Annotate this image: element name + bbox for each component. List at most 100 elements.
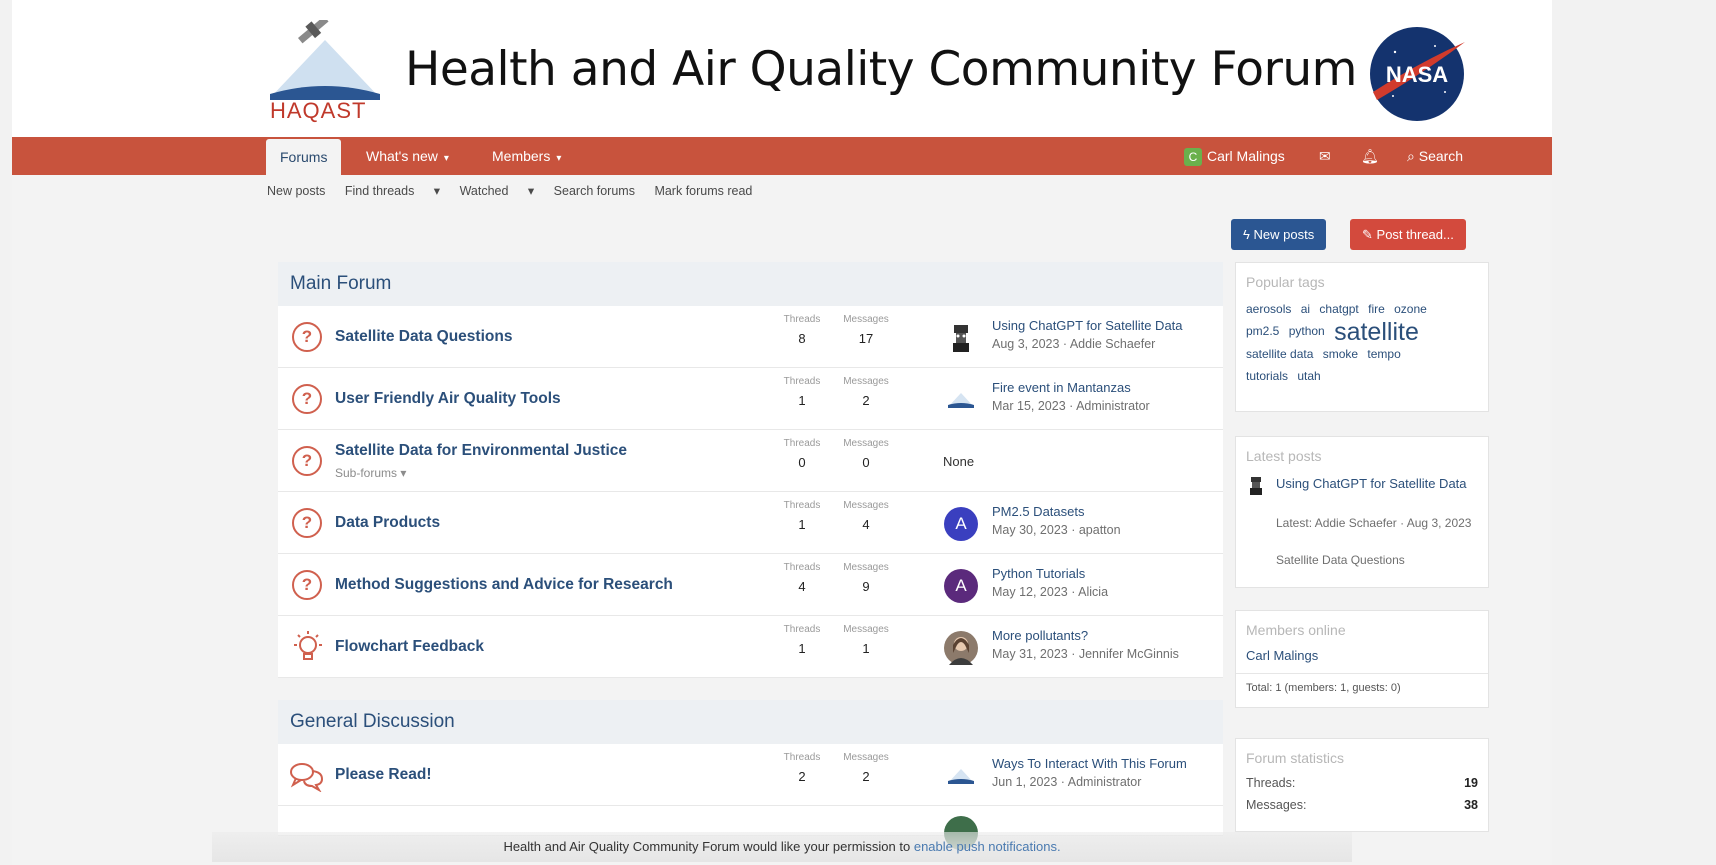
avatar[interactable]: A — [944, 507, 978, 541]
messages-count: Messages 2 — [843, 376, 889, 408]
subnav-search-forums[interactable]: Search forums — [554, 184, 635, 198]
search-icon: ⌕ — [1407, 148, 1415, 164]
avatar — [1248, 476, 1264, 496]
forum-title[interactable]: Flowchart Feedback — [335, 638, 484, 656]
tag-link[interactable]: smoke — [1323, 347, 1358, 361]
site-title[interactable]: Health and Air Quality Community Forum — [405, 42, 1357, 97]
subnav-find-threads[interactable]: Find threads ▾ — [345, 184, 440, 198]
enable-push-link[interactable]: enable push notifications. — [914, 839, 1061, 854]
tag-link[interactable]: chatgpt — [1319, 302, 1358, 316]
last-post-meta[interactable]: May 12, 2023 · Alicia — [992, 585, 1108, 599]
latest-post-item[interactable]: Using ChatGPT for Satellite Data Latest:… — [1236, 470, 1488, 574]
latest-post-title[interactable]: Using ChatGPT for Satellite Data — [1276, 474, 1476, 493]
haqast-wordmark: HAQAST — [270, 98, 367, 123]
push-notification-notice: Health and Air Quality Community Forum w… — [212, 832, 1352, 862]
forum-row[interactable]: ? Data Products Threads 1 Messages 4 A PM2… — [278, 492, 1223, 554]
section-main-forum[interactable]: Main Forum — [278, 262, 1223, 306]
bell-icon[interactable]: 🔔︎ — [1361, 137, 1379, 175]
question-icon: ? — [292, 570, 322, 600]
forum-row[interactable]: Please Read! Threads 2 Messages 2 Ways To … — [278, 744, 1223, 806]
tag-link[interactable]: tutorials — [1246, 369, 1288, 383]
user-account-link[interactable]: C Carl Malings — [1184, 137, 1285, 175]
threads-count: Threads 8 — [783, 314, 821, 346]
section-general-discussion[interactable]: General Discussion — [278, 700, 1223, 744]
avatar[interactable] — [944, 631, 978, 665]
forum-title[interactable]: Satellite Data for Environmental Justice — [335, 442, 627, 460]
forum-row[interactable]: ? Satellite Data for Environmental Justi… — [278, 430, 1223, 492]
stat-threads: Threads: 19 — [1246, 776, 1478, 790]
lightning-icon: ϟ — [1243, 227, 1250, 242]
nasa-logo: NASA — [1365, 22, 1469, 126]
tab-forums[interactable]: Forums — [266, 139, 342, 175]
forum-statistics-block: Forum statistics Threads: 19 Messages: 38 — [1235, 738, 1489, 832]
forum-title[interactable]: Method Suggestions and Advice for Resear… — [335, 576, 673, 594]
last-post-meta[interactable]: Mar 15, 2023 · Administrator — [992, 399, 1150, 413]
latest-post-meta[interactable]: Latest: Addie Schaefer · Aug 3, 2023 — [1276, 514, 1476, 533]
chevron-down-icon: ▾ — [556, 153, 562, 164]
last-post-title[interactable]: Using ChatGPT for Satellite Data — [992, 318, 1183, 333]
tag-link[interactable]: aerosols — [1246, 302, 1291, 316]
search-button[interactable]: ⌕ Search — [1407, 137, 1463, 175]
tag-link[interactable]: satellite data — [1246, 347, 1313, 361]
tab-whats-new[interactable]: What's new ▾ — [352, 137, 463, 175]
avatar[interactable] — [944, 759, 978, 793]
edit-icon: ✎ — [1362, 227, 1373, 242]
last-post-meta[interactable]: May 31, 2023 · Jennifer McGinnis — [992, 647, 1179, 661]
stat-messages: Messages: 38 — [1246, 798, 1478, 812]
last-post-title[interactable]: Fire event in Mantanzas — [992, 380, 1131, 395]
tag-link[interactable]: utah — [1297, 369, 1320, 383]
tab-members[interactable]: Members ▾ — [478, 137, 575, 175]
messages-count: Messages 4 — [843, 500, 889, 532]
online-member-link[interactable]: Carl Malings — [1236, 644, 1488, 673]
forum-title[interactable]: User Friendly Air Quality Tools — [335, 390, 561, 408]
online-total: Total: 1 (members: 1, guests: 0) — [1236, 673, 1488, 702]
tag-link[interactable]: fire — [1368, 302, 1385, 316]
block-title: Latest posts — [1246, 448, 1322, 464]
last-post-none: None — [943, 454, 975, 469]
last-post-meta[interactable]: Jun 1, 2023 · Administrator — [992, 775, 1141, 789]
subnav-watched[interactable]: Watched ▾ — [460, 184, 535, 198]
last-post-title[interactable]: Python Tutorials — [992, 566, 1085, 581]
haqast-logo[interactable]: HAQAST — [270, 16, 380, 124]
sub-forums-toggle[interactable]: Sub-forums ▾ — [335, 466, 406, 480]
browser-viewport: HAQAST Health and Air Quality Community … — [0, 0, 1716, 865]
svg-text:NASA: NASA — [1386, 62, 1448, 87]
last-post-meta[interactable]: Aug 3, 2023 · Addie Schaefer — [992, 337, 1155, 351]
subnav-new-posts[interactable]: New posts — [267, 184, 325, 198]
last-post-title[interactable]: Ways To Interact With This Forum — [992, 756, 1187, 771]
tag-link[interactable]: python — [1289, 324, 1325, 338]
tag-link[interactable]: tempo — [1367, 347, 1400, 361]
subnav-mark-forums-read[interactable]: Mark forums read — [654, 184, 752, 198]
avatar[interactable]: A — [944, 569, 978, 603]
haqast-mountain-icon — [270, 16, 380, 100]
forum-page: HAQAST Health and Air Quality Community … — [12, 0, 1552, 865]
question-icon: ? — [292, 508, 322, 538]
avatar[interactable] — [944, 321, 978, 355]
forum-title[interactable]: Data Products — [335, 514, 440, 532]
tag-link[interactable]: ai — [1301, 302, 1310, 316]
forum-title[interactable]: Please Read! — [335, 766, 432, 784]
last-post-title[interactable]: More pollutants? — [992, 628, 1088, 643]
forum-row[interactable]: Flowchart Feedback Threads 1 Messages 1 Mo… — [278, 616, 1223, 678]
inbox-icon[interactable]: ✉ — [1319, 137, 1331, 175]
latest-post-forum[interactable]: Satellite Data Questions — [1276, 553, 1405, 567]
threads-count: Threads 1 — [783, 376, 821, 408]
forum-row[interactable]: ? User Friendly Air Quality Tools Thread… — [278, 368, 1223, 430]
forum-row[interactable]: ? Method Suggestions and Advice for Rese… — [278, 554, 1223, 616]
tag-link[interactable]: pm2.5 — [1246, 324, 1279, 338]
question-icon: ? — [292, 384, 322, 414]
tag-link[interactable]: satellite — [1334, 318, 1419, 346]
threads-count: Threads 1 — [783, 500, 821, 532]
tag-link[interactable]: ozone — [1394, 302, 1427, 316]
avatar[interactable] — [944, 383, 978, 417]
last-post-meta[interactable]: May 30, 2023 · apatton — [992, 523, 1121, 537]
forum-row[interactable]: ? Satellite Data Questions Threads 8 Mess… — [278, 306, 1223, 368]
site-header: HAQAST Health and Air Quality Community … — [12, 0, 1552, 137]
messages-count: Messages 17 — [843, 314, 889, 346]
new-posts-button[interactable]: ϟ New posts — [1231, 219, 1327, 250]
last-post-title[interactable]: PM2.5 Datasets — [992, 504, 1085, 519]
post-thread-button[interactable]: ✎ Post thread... — [1350, 219, 1466, 250]
latest-posts-block: Latest posts Using ChatGPT for Satellite… — [1235, 436, 1489, 588]
block-title: Members online — [1246, 622, 1346, 638]
forum-title[interactable]: Satellite Data Questions — [335, 328, 512, 346]
